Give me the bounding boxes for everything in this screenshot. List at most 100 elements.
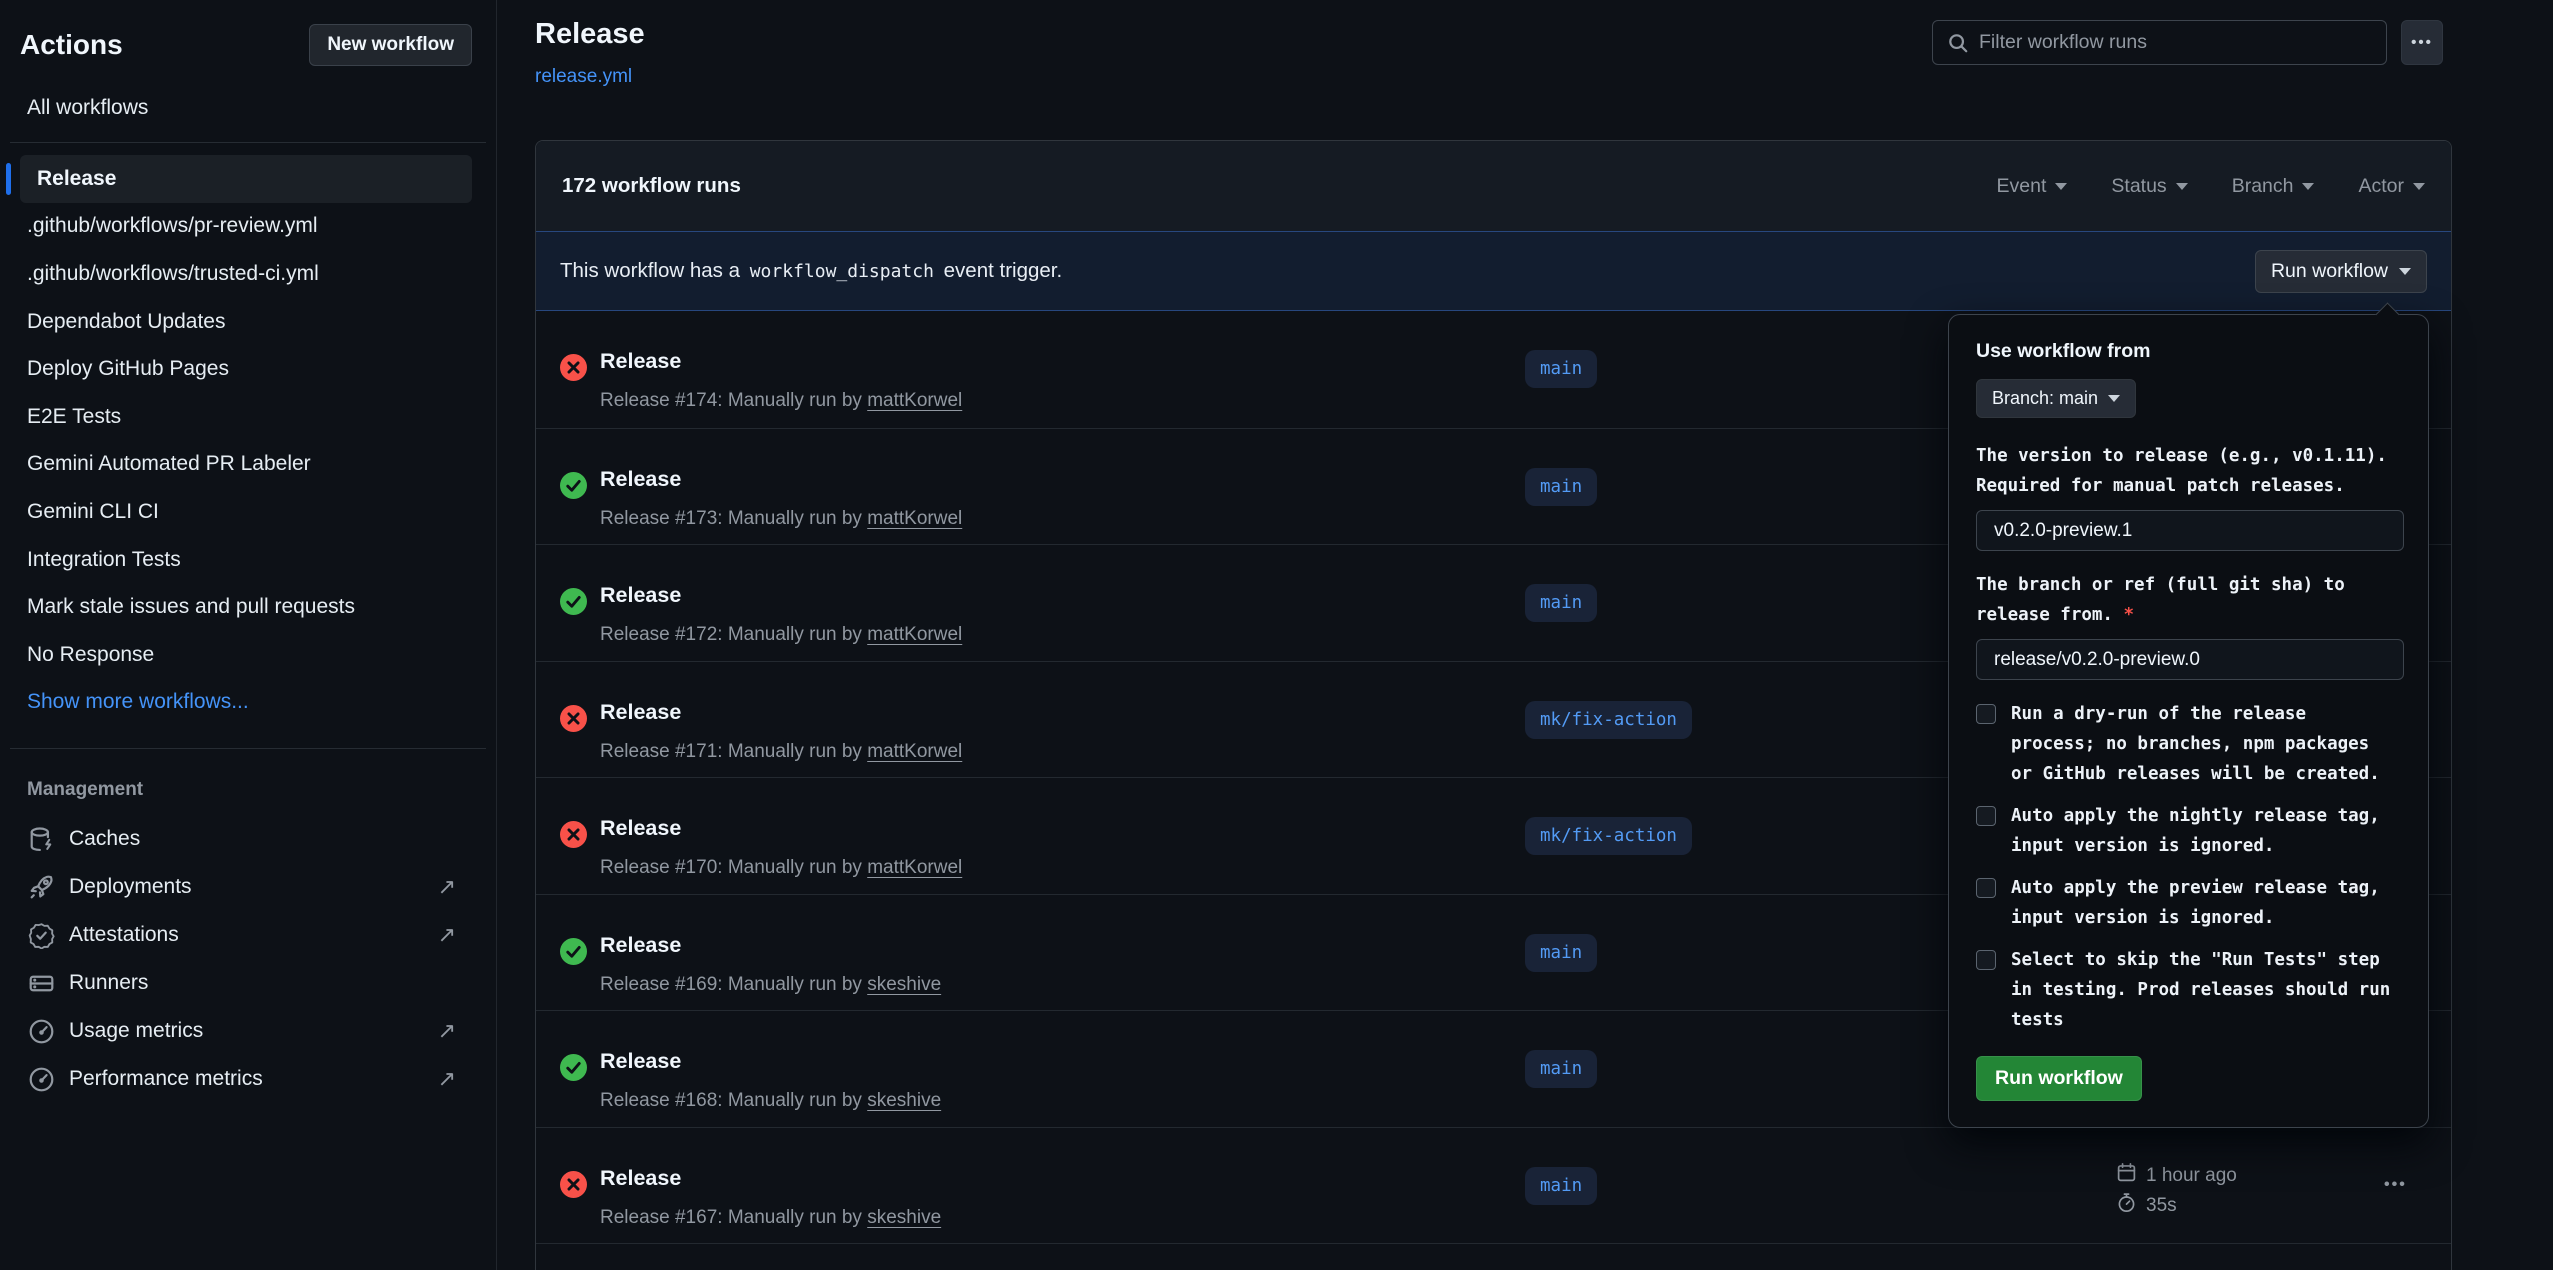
sidebar-item-github-workflows-pr-review-yml[interactable]: .github/workflows/pr-review.yml bbox=[0, 203, 496, 251]
workflow-run-row-partial bbox=[536, 1243, 2451, 1270]
sidebar-item-integration-tests[interactable]: Integration Tests bbox=[0, 536, 496, 584]
runs-count: 172 workflow runs bbox=[562, 174, 741, 198]
checkbox[interactable] bbox=[1976, 806, 1996, 826]
banner-text: This workflow has a workflow_dispatch ev… bbox=[560, 259, 1062, 283]
branch-chip[interactable]: main bbox=[1525, 934, 1597, 972]
sidebar-item-label: Caches bbox=[69, 827, 456, 851]
actor-link[interactable]: mattKorwel bbox=[867, 508, 962, 529]
stopwatch-icon bbox=[2116, 1192, 2137, 1219]
actor-link[interactable]: skeshive bbox=[867, 1090, 941, 1111]
runs-filter-dropdowns: Event Status Branch Actor bbox=[1997, 175, 2425, 198]
actor-link[interactable]: mattKorwel bbox=[867, 624, 962, 645]
checkbox[interactable] bbox=[1976, 950, 1996, 970]
sidebar-item-dependabot-updates[interactable]: Dependabot Updates bbox=[0, 298, 496, 346]
actor-link[interactable]: skeshive bbox=[867, 974, 941, 995]
run-workflow-dropdown-button[interactable]: Run workflow bbox=[2255, 250, 2427, 293]
sidebar-item-release[interactable]: Release bbox=[20, 155, 472, 203]
sidebar-item-usage-metrics[interactable]: Usage metrics↗ bbox=[0, 1007, 496, 1055]
calendar-icon bbox=[2116, 1162, 2137, 1189]
management-list: CachesDeployments↗Attestations↗RunnersUs… bbox=[0, 815, 496, 1103]
run-meta: 1 hour ago35s bbox=[2116, 1161, 2237, 1221]
run-title-link[interactable]: Release bbox=[600, 1049, 681, 1074]
sidebar-item-gemini-automated-pr-labeler[interactable]: Gemini Automated PR Labeler bbox=[0, 441, 496, 489]
branch-chip[interactable]: mk/fix-action bbox=[1525, 701, 1692, 739]
branch-selector-button[interactable]: Branch: main bbox=[1976, 379, 2136, 418]
branch-chip[interactable]: main bbox=[1525, 350, 1597, 388]
filter-workflow-runs-input[interactable] bbox=[1979, 31, 2372, 54]
sidebar-item-caches[interactable]: Caches bbox=[0, 815, 496, 863]
run-title-link[interactable]: Release bbox=[600, 583, 681, 608]
sidebar-item-all-workflows[interactable]: All workflows bbox=[27, 96, 496, 120]
popover-checkbox-group: Run a dry-run of the release process; no… bbox=[1976, 699, 2401, 1035]
ref-input[interactable] bbox=[1976, 639, 2404, 680]
version-input[interactable] bbox=[1976, 510, 2404, 551]
run-duration: 35s bbox=[2146, 1195, 2177, 1217]
workflow-options-kebab-button[interactable]: ••• bbox=[2401, 20, 2443, 65]
sidebar-item-deploy-github-pages[interactable]: Deploy GitHub Pages bbox=[0, 345, 496, 393]
run-title-link[interactable]: Release bbox=[600, 933, 681, 958]
actor-link[interactable]: mattKorwel bbox=[867, 741, 962, 762]
run-kebab-button[interactable]: ••• bbox=[2384, 1176, 2407, 1194]
filter-dropdown-status[interactable]: Status bbox=[2111, 175, 2187, 198]
chevron-down-icon bbox=[2055, 183, 2067, 190]
popover-title: Use workflow from bbox=[1976, 340, 2401, 363]
filter-dropdown-event[interactable]: Event bbox=[1997, 175, 2068, 198]
run-title-link[interactable]: Release bbox=[600, 700, 681, 725]
actions-sidebar: Actions New workflow All workflows Relea… bbox=[0, 0, 497, 1270]
checkbox[interactable] bbox=[1976, 878, 1996, 898]
external-link-icon: ↗ bbox=[438, 1066, 456, 1092]
chevron-down-icon bbox=[2413, 183, 2425, 190]
failure-icon bbox=[560, 354, 587, 381]
external-link-icon: ↗ bbox=[438, 874, 456, 900]
sidebar-item-mark-stale-issues-and-pull-requests[interactable]: Mark stale issues and pull requests bbox=[0, 583, 496, 631]
workflow-file-link[interactable]: release.yml bbox=[535, 66, 632, 88]
actor-link[interactable]: skeshive bbox=[867, 1207, 941, 1228]
sidebar-item-deployments[interactable]: Deployments↗ bbox=[0, 863, 496, 911]
popover-checkbox-row: Select to skip the "Run Tests" step in t… bbox=[1976, 945, 2401, 1035]
sidebar-item-label: Runners bbox=[69, 971, 456, 995]
sidebar-item-show-more-workflows[interactable]: Show more workflows... bbox=[0, 679, 496, 727]
actor-link[interactable]: mattKorwel bbox=[867, 390, 962, 411]
sidebar-item-attestations[interactable]: Attestations↗ bbox=[0, 911, 496, 959]
sidebar-item-runners[interactable]: Runners bbox=[0, 959, 496, 1007]
filter-workflow-runs-box[interactable] bbox=[1932, 20, 2387, 65]
popover-checkbox-row: Run a dry-run of the release process; no… bbox=[1976, 699, 2401, 789]
new-workflow-button[interactable]: New workflow bbox=[309, 24, 472, 66]
sidebar-item-label: Performance metrics bbox=[69, 1067, 438, 1091]
search-icon bbox=[1947, 32, 1969, 54]
workflow-dispatch-banner: This workflow has a workflow_dispatch ev… bbox=[536, 231, 2451, 311]
branch-chip[interactable]: main bbox=[1525, 584, 1597, 622]
run-workflow-popover: Use workflow from Branch: main The versi… bbox=[1948, 314, 2429, 1128]
run-description: Release #170: Manually run by mattKorwel bbox=[600, 857, 962, 879]
branch-chip[interactable]: main bbox=[1525, 1167, 1597, 1205]
sidebar-item-e2e-tests[interactable]: E2E Tests bbox=[0, 393, 496, 441]
branch-chip[interactable]: mk/fix-action bbox=[1525, 817, 1692, 855]
run-workflow-submit-button[interactable]: Run workflow bbox=[1976, 1056, 2142, 1101]
branch-chip[interactable]: main bbox=[1525, 468, 1597, 506]
chevron-down-icon bbox=[2399, 268, 2411, 275]
failure-icon bbox=[560, 705, 587, 732]
sidebar-item-no-response[interactable]: No Response bbox=[0, 631, 496, 679]
checkbox-label: Run a dry-run of the release process; no… bbox=[2011, 699, 2395, 789]
run-description: Release #169: Manually run by skeshive bbox=[600, 974, 941, 996]
actor-link[interactable]: mattKorwel bbox=[867, 857, 962, 878]
filter-dropdown-actor[interactable]: Actor bbox=[2358, 175, 2425, 198]
success-icon bbox=[560, 1054, 587, 1081]
sidebar-title: Actions bbox=[20, 29, 123, 61]
failure-icon bbox=[560, 1171, 587, 1198]
sidebar-item-github-workflows-trusted-ci-yml[interactable]: .github/workflows/trusted-ci.yml bbox=[0, 250, 496, 298]
checkbox[interactable] bbox=[1976, 704, 1996, 724]
branch-chip[interactable]: main bbox=[1525, 1050, 1597, 1088]
sidebar-item-label: Attestations bbox=[69, 923, 438, 947]
sidebar-item-label: Deployments bbox=[69, 875, 438, 899]
sidebar-item-gemini-cli-ci[interactable]: Gemini CLI CI bbox=[0, 488, 496, 536]
filter-dropdown-branch[interactable]: Branch bbox=[2232, 175, 2315, 198]
run-title-link[interactable]: Release bbox=[600, 349, 681, 374]
run-title-link[interactable]: Release bbox=[600, 1166, 681, 1191]
sidebar-item-performance-metrics[interactable]: Performance metrics↗ bbox=[0, 1055, 496, 1103]
run-title-link[interactable]: Release bbox=[600, 816, 681, 841]
run-title-link[interactable]: Release bbox=[600, 467, 681, 492]
version-help-text: The version to release (e.g., v0.1.11). … bbox=[1976, 441, 2408, 501]
sidebar-divider bbox=[10, 142, 486, 143]
meter-icon bbox=[28, 1018, 55, 1045]
